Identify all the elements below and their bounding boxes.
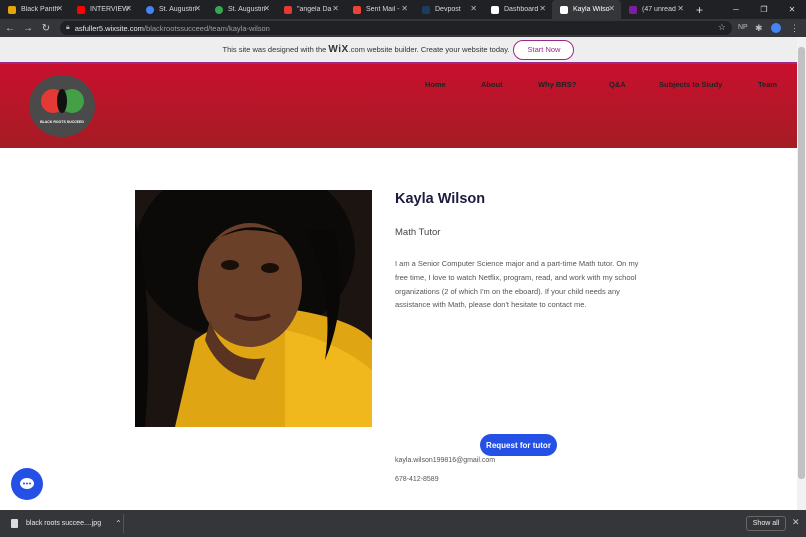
wix-icon xyxy=(560,5,568,14)
profile-phone[interactable]: 678-412-8589 xyxy=(395,476,439,483)
close-tab-icon[interactable]: ✕ xyxy=(470,4,477,13)
close-tab-icon[interactable]: ✕ xyxy=(539,4,546,13)
back-icon[interactable]: ← xyxy=(2,23,18,34)
download-filename[interactable]: black roots succee....jpg xyxy=(26,520,101,527)
wix-banner: This site was designed with the WiX.com … xyxy=(0,37,797,64)
browser-tab[interactable]: St. Augustin ✕ xyxy=(207,0,276,19)
close-tab-icon[interactable]: ✕ xyxy=(401,4,408,13)
browser-tab[interactable]: Sent Mail - ✕ xyxy=(345,0,414,19)
wix-icon xyxy=(491,5,499,14)
url-host: asfuller5.wixsite.com xyxy=(74,23,144,33)
close-tab-icon[interactable]: ✕ xyxy=(125,4,132,13)
nav-qa[interactable]: Q&A xyxy=(609,80,626,89)
brs-logo[interactable]: BLACK ROOTS SUCCEED xyxy=(29,75,95,137)
request-tutor-button[interactable]: Request for tutor xyxy=(480,434,557,456)
chat-bubble-icon xyxy=(20,478,34,489)
file-icon xyxy=(11,519,18,528)
browser-toolbar: ← → ↻ 🔒︎ asfuller5.wixsite.com/blackroot… xyxy=(0,19,806,37)
browser-tab[interactable]: Dashboard ✕ xyxy=(483,0,552,19)
browser-tab[interactable]: INTERVIEW ✕ xyxy=(69,0,138,19)
minimize-icon[interactable]: ─ xyxy=(722,0,750,19)
nav-why-brs[interactable]: Why BRS? xyxy=(538,80,576,89)
site-header: BLACK ROOTS SUCCEED Home About Why BRS? … xyxy=(0,64,797,148)
address-bar[interactable]: 🔒︎ asfuller5.wixsite.com/blackrootssucce… xyxy=(60,21,732,35)
scrollbar-thumb[interactable] xyxy=(798,47,805,479)
downloads-bar: black roots succee....jpg ⌃ Show all ✕ xyxy=(0,510,806,537)
close-tab-icon[interactable]: ✕ xyxy=(332,4,339,13)
wix-banner-text: This site was designed with the WiX.com … xyxy=(222,44,510,55)
browser-tab[interactable]: Black Panth ✕ xyxy=(0,0,69,19)
nav-team[interactable]: Team xyxy=(758,80,777,89)
yahoo-mail-icon xyxy=(629,5,637,14)
close-tab-icon[interactable]: ✕ xyxy=(677,4,684,13)
browser-tab[interactable]: St. Augustin ✕ xyxy=(138,0,207,19)
gmail-icon xyxy=(353,5,361,14)
window-controls: ─ ❐ ✕ xyxy=(722,0,806,19)
browser-tab[interactable]: Devpost ✕ xyxy=(414,0,483,19)
nav-home[interactable]: Home xyxy=(425,80,446,89)
profile-avatar-icon[interactable] xyxy=(771,23,781,33)
start-now-button[interactable]: Start Now xyxy=(513,39,575,60)
close-tab-icon[interactable]: ✕ xyxy=(608,4,615,13)
extensions-puzzle-icon[interactable]: ✱ xyxy=(755,19,763,37)
close-window-icon[interactable]: ✕ xyxy=(778,0,806,19)
favicon-icon xyxy=(284,5,292,14)
chat-widget-button[interactable] xyxy=(11,468,43,500)
browser-tab[interactable]: (47 unread ✕ xyxy=(621,0,690,19)
favicon-icon xyxy=(8,5,16,14)
lock-icon[interactable]: 🔒︎ xyxy=(66,24,70,32)
chevron-up-icon[interactable]: ⌃ xyxy=(115,519,122,528)
forward-icon[interactable]: → xyxy=(20,23,36,34)
tab-strip: Black Panth ✕ INTERVIEW ✕ St. Augustin ✕ St… xyxy=(0,0,806,19)
close-tab-icon[interactable]: ✕ xyxy=(263,4,270,13)
profile-photo xyxy=(135,190,372,427)
show-all-button[interactable]: Show all xyxy=(746,516,786,531)
profile-role: Math Tutor xyxy=(395,227,441,238)
profile-bio: I am a Senior Computer Science major and… xyxy=(395,259,639,310)
reload-icon[interactable]: ↻ xyxy=(38,23,54,34)
nav-subjects[interactable]: Subjects to Study xyxy=(659,80,722,89)
profile-email[interactable]: kayla.wilson199816@gmail.com xyxy=(395,457,495,464)
close-tab-icon[interactable]: ✕ xyxy=(194,4,201,13)
google-icon xyxy=(146,5,154,14)
menu-kebab-icon[interactable]: ⋮ xyxy=(790,19,799,37)
page-scrollbar[interactable] xyxy=(797,37,806,510)
restore-icon[interactable]: ❐ xyxy=(750,0,778,19)
close-tab-icon[interactable]: ✕ xyxy=(56,4,63,13)
bookmark-star-icon[interactable]: ☆ xyxy=(718,22,726,33)
close-downloads-icon[interactable]: ✕ xyxy=(792,517,800,528)
profile-name: Kayla Wilson xyxy=(395,191,486,207)
browser-tab[interactable]: "angela Da ✕ xyxy=(276,0,345,19)
devpost-icon xyxy=(422,5,430,14)
youtube-icon xyxy=(77,5,85,14)
new-tab-icon[interactable]: + xyxy=(696,3,703,17)
favicon-icon xyxy=(215,5,223,14)
url-path: /blackrootssucceed/team/kayla-wilson xyxy=(143,23,270,33)
extension-np-icon[interactable]: NP xyxy=(738,19,748,37)
browser-tab-active[interactable]: Kayla Wilso ✕ xyxy=(552,0,621,19)
nav-about[interactable]: About xyxy=(481,80,503,89)
